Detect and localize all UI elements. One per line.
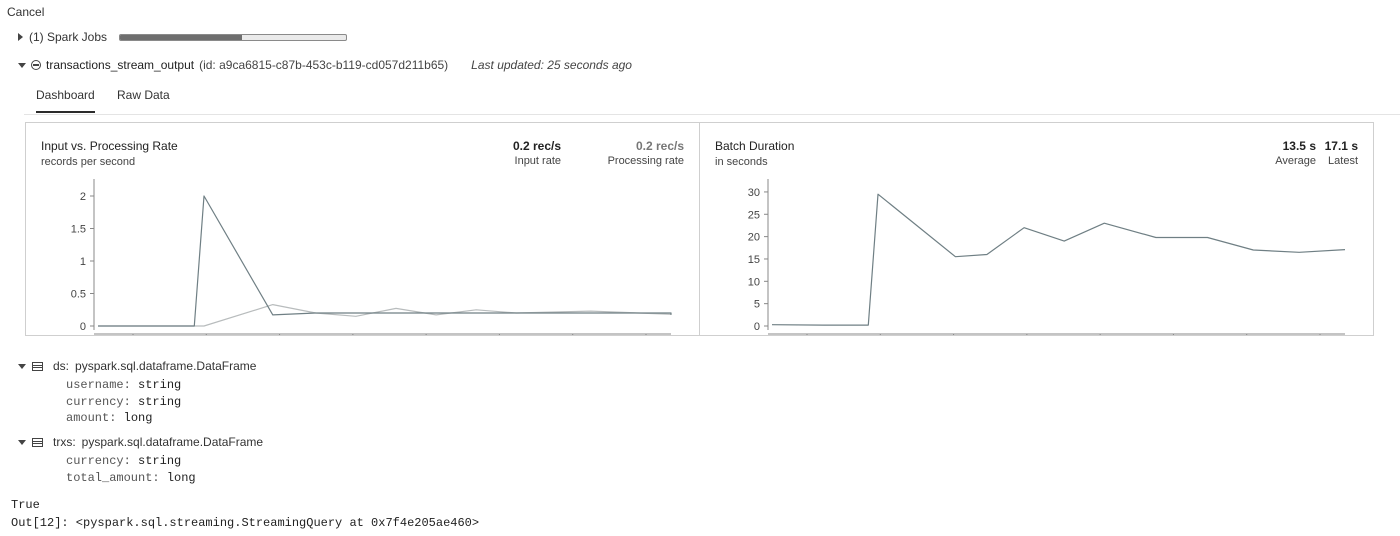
schema-field: total_amount: long (66, 470, 196, 485)
y-tick-label: 20 (748, 232, 760, 244)
table-icon (32, 437, 43, 447)
stream-header: transactions_stream_output (id: a9ca6815… (18, 58, 632, 72)
jobs-progress-bar (119, 33, 348, 41)
y-tick-label: 0 (754, 321, 760, 333)
cancel-link[interactable]: Cancel (7, 5, 44, 19)
dataframe-ds-schema: username: string currency: string amount… (66, 377, 181, 427)
dataframe-ds-header[interactable]: ds: pyspark.sql.dataframe.DataFrame (18, 359, 256, 373)
input-rate-chart: 00.511.5211:40Jul 1511:4111:4111:4211:42… (71, 179, 672, 335)
series-line-0 (771, 193, 1346, 326)
collapse-triangle-icon[interactable] (18, 62, 26, 68)
dataframe-type: pyspark.sql.dataframe.DataFrame (81, 435, 264, 449)
jobs-progress-fill (120, 34, 243, 40)
dataframe-trxs-header[interactable]: trxs: pyspark.sql.dataframe.DataFrame (18, 435, 263, 449)
output-true: True (11, 498, 40, 512)
expand-triangle-icon[interactable] (18, 33, 23, 41)
output-query: Out[12]: <pyspark.sql.streaming.Streamin… (11, 516, 480, 530)
spark-jobs-label[interactable]: (1) Spark Jobs (29, 30, 107, 44)
y-tick-label: 5 (754, 299, 760, 311)
dataframe-var: ds: (53, 359, 70, 373)
table-icon (32, 361, 43, 371)
collapse-triangle-icon[interactable] (18, 439, 26, 445)
tab-dashboard[interactable]: Dashboard (36, 88, 95, 113)
schema-field: currency: string (66, 394, 182, 409)
stream-id: (id: a9ca6815-c87b-453c-b119-cd057d211b6… (199, 58, 449, 72)
batch-duration-chart: 05101520253011:40Jul 1511:4111:4111:4211… (748, 179, 1346, 335)
series-line-1 (98, 304, 672, 327)
last-updated: Last updated: 25 seconds ago (471, 58, 632, 72)
y-tick-label: 1.5 (71, 224, 86, 236)
stream-name: transactions_stream_output (46, 58, 195, 72)
schema-field: currency: string (66, 454, 182, 468)
y-tick-label: 30 (748, 187, 760, 199)
stream-status-icon (31, 60, 41, 70)
batch-duration-panel: Batch Duration in seconds 13.5 s Average… (699, 122, 1374, 336)
tab-raw-data[interactable]: Raw Data (117, 88, 170, 102)
input-rate-panel: Input vs. Processing Rate records per se… (25, 122, 700, 336)
y-tick-label: 0 (80, 321, 86, 333)
dataframe-var: trxs: (53, 435, 76, 449)
collapse-triangle-icon[interactable] (18, 363, 26, 369)
y-tick-label: 2 (80, 191, 86, 203)
schema-field: username: string (66, 378, 182, 392)
y-tick-label: 0.5 (71, 289, 86, 301)
schema-field: amount: long (66, 411, 153, 425)
dataframe-type: pyspark.sql.dataframe.DataFrame (75, 359, 257, 373)
dashboard-tabs: Dashboard Raw Data (24, 80, 1400, 115)
y-tick-label: 10 (748, 276, 760, 288)
spark-jobs-row[interactable]: (1) Spark Jobs (18, 30, 348, 44)
y-tick-label: 15 (748, 254, 760, 266)
y-tick-label: 25 (748, 209, 760, 221)
y-tick-label: 1 (80, 256, 86, 268)
dataframe-trxs-schema: currency: string total_amount: long (66, 453, 196, 486)
series-line-0 (98, 195, 672, 327)
